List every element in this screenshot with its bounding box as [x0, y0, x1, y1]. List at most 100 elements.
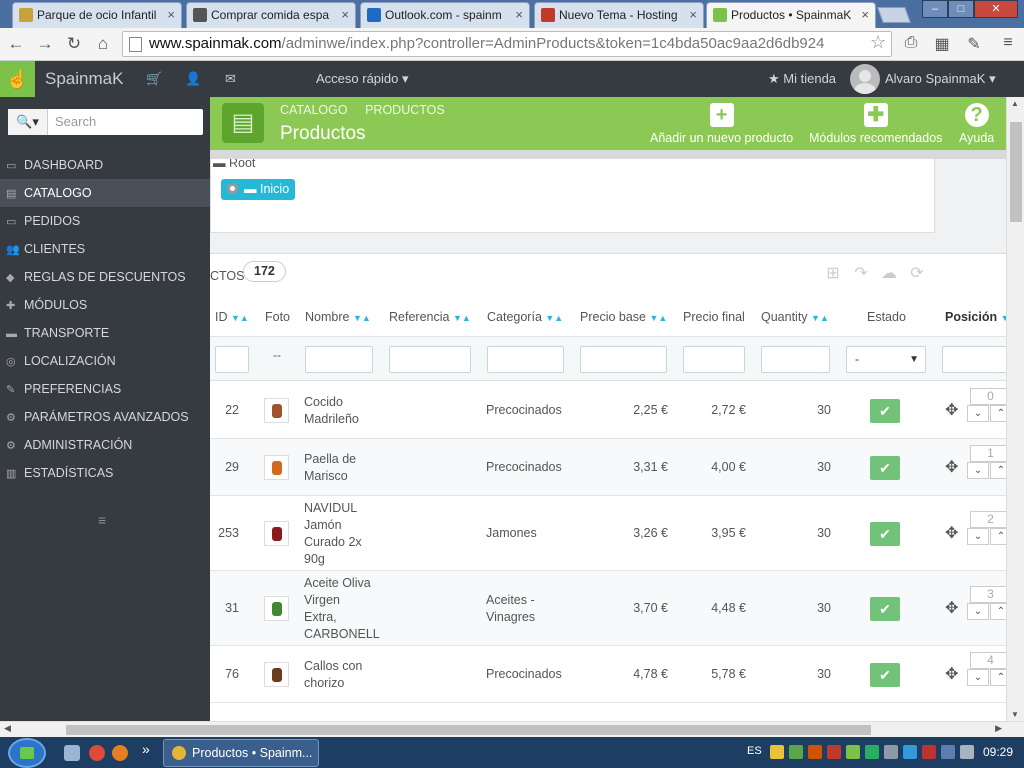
- add-new-icon[interactable]: ⊞: [822, 264, 844, 284]
- horizontal-scrollbar[interactable]: ◀ ▶: [0, 721, 1024, 737]
- print-icon[interactable]: ⎙: [901, 34, 921, 54]
- maximize-button[interactable]: □: [948, 0, 974, 18]
- browser-tab[interactable]: Parque de ocio Infantil ×: [12, 2, 182, 28]
- product-thumbnail[interactable]: [264, 661, 289, 687]
- tree-root[interactable]: ▬ Root: [213, 159, 255, 170]
- move-up-icon[interactable]: ⌃: [990, 602, 1006, 620]
- scroll-up-icon[interactable]: ▲: [1011, 99, 1019, 108]
- tab-close-icon[interactable]: ×: [689, 3, 697, 27]
- table-row[interactable]: 76 Callos con chorizo Precocinados 4,78 € 5,…: [210, 646, 1006, 703]
- sidebar-item-estadisticas[interactable]: ▥ ESTADÍSTICAS: [0, 459, 210, 487]
- new-tab-button[interactable]: [877, 7, 911, 23]
- sort-arrows-icon[interactable]: ▼▲: [650, 313, 668, 323]
- breadcrumb-item[interactable]: PRODUCTOS: [365, 103, 445, 117]
- drag-handle-icon[interactable]: ✥: [945, 457, 958, 477]
- tray-warning-icon[interactable]: [770, 745, 784, 759]
- sort-arrows-icon[interactable]: ▼▲: [811, 313, 829, 323]
- tab-close-icon[interactable]: ×: [341, 3, 349, 27]
- tab-close-icon[interactable]: ×: [167, 3, 175, 27]
- vertical-scrollbar[interactable]: ▲ ▼: [1006, 97, 1024, 721]
- column-header-referencia[interactable]: Referencia ▼▲: [389, 310, 471, 324]
- tray-network-icon[interactable]: [941, 745, 955, 759]
- tray-ati-icon[interactable]: [827, 745, 841, 759]
- column-header-id[interactable]: ID ▼▲: [215, 310, 249, 324]
- user-icon[interactable]: 👤: [185, 61, 201, 97]
- status-enabled-icon[interactable]: ✔: [870, 455, 900, 480]
- status-enabled-icon[interactable]: ✔: [870, 662, 900, 687]
- move-up-icon[interactable]: ⌃: [990, 527, 1006, 545]
- sidebar-item-localizacion[interactable]: ◎ LOCALIZACIÓN: [0, 347, 210, 375]
- mail-icon[interactable]: ✉: [225, 61, 236, 97]
- browser-tab[interactable]: Nuevo Tema - Hosting ×: [534, 2, 704, 28]
- scroll-left-icon[interactable]: ◀: [4, 723, 11, 734]
- move-down-icon[interactable]: ⌄: [967, 404, 989, 422]
- search-icon[interactable]: 🔍▾: [8, 109, 48, 135]
- language-indicator[interactable]: ES: [747, 745, 762, 757]
- back-icon[interactable]: ←: [6, 34, 26, 54]
- sort-arrows-icon[interactable]: ▼▲: [545, 313, 563, 323]
- drag-handle-icon[interactable]: ✥: [945, 664, 958, 684]
- browser-tab[interactable]: Outlook.com - spainm ×: [360, 2, 530, 28]
- product-thumbnail[interactable]: [264, 520, 289, 546]
- search-input[interactable]: Search: [55, 109, 96, 135]
- status-enabled-icon[interactable]: ✔: [870, 596, 900, 621]
- sidebar-item-clientes[interactable]: 👥 CLIENTES: [0, 235, 210, 263]
- column-header-posicion[interactable]: Posición ▼▲: [945, 310, 1006, 324]
- show-desktop-icon[interactable]: [64, 745, 80, 761]
- move-up-icon[interactable]: ⌃: [990, 461, 1006, 479]
- table-row[interactable]: 31 Aceite Oliva Virgen Extra, CARBONELL Ac…: [210, 571, 1006, 646]
- tray-app-icon[interactable]: [846, 745, 860, 759]
- forward-icon[interactable]: →: [35, 34, 55, 54]
- move-up-icon[interactable]: ⌃: [990, 668, 1006, 686]
- filter-nombre-input[interactable]: [305, 346, 373, 373]
- filter-precio-final-input[interactable]: [683, 346, 745, 373]
- tab-close-icon[interactable]: ×: [861, 3, 869, 27]
- my-shop-link[interactable]: ★ Mi tienda: [768, 61, 836, 97]
- user-menu[interactable]: Alvaro SpainmaK ▾: [885, 61, 996, 97]
- move-down-icon[interactable]: ⌄: [967, 527, 989, 545]
- close-window-button[interactable]: ✕: [974, 0, 1018, 18]
- product-thumbnail[interactable]: [264, 595, 289, 621]
- clock[interactable]: 09:29: [983, 745, 1013, 759]
- sidebar-item-dashboard[interactable]: ▭ DASHBOARD: [0, 151, 210, 179]
- brand-name[interactable]: SpainmaK: [45, 61, 123, 97]
- browser-tab[interactable]: Comprar comida espa ×: [186, 2, 356, 28]
- tray-info-icon[interactable]: [865, 745, 879, 759]
- product-thumbnail[interactable]: [264, 454, 289, 480]
- status-enabled-icon[interactable]: ✔: [870, 521, 900, 546]
- filter-id-input[interactable]: [215, 346, 249, 373]
- scroll-down-icon[interactable]: ▼: [1011, 710, 1019, 719]
- tray-app-icon[interactable]: [808, 745, 822, 759]
- taskbar-app-chrome[interactable]: Productos • Spainm...: [163, 739, 319, 767]
- scrollbar-thumb[interactable]: [1010, 122, 1022, 222]
- browser-menu-icon[interactable]: ≡: [998, 34, 1018, 54]
- sidebar-item-pedidos[interactable]: ▭ PEDIDOS: [0, 207, 210, 235]
- firefox-icon[interactable]: [112, 745, 128, 761]
- refresh-icon[interactable]: ⟳: [906, 264, 928, 284]
- sort-arrows-icon[interactable]: ▼▲: [453, 313, 471, 323]
- add-product-button[interactable]: + Añadir un nuevo producto: [650, 103, 793, 145]
- scroll-right-icon[interactable]: ▶: [995, 723, 1002, 734]
- home-icon[interactable]: ⌂: [93, 34, 113, 54]
- scrollbar-thumb[interactable]: [66, 725, 871, 735]
- minimize-button[interactable]: –: [922, 0, 948, 18]
- bookmark-star-icon[interactable]: ☆: [870, 32, 886, 53]
- tray-app-icon[interactable]: [789, 745, 803, 759]
- sidebar-item-transporte[interactable]: ▬ TRANSPORTE: [0, 319, 210, 347]
- cart-icon[interactable]: 🛒: [146, 61, 162, 97]
- breadcrumb-item[interactable]: CATALOGO: [280, 103, 348, 117]
- tab-close-icon[interactable]: ×: [515, 3, 523, 27]
- table-row[interactable]: 22 Cocido Madrileño Precocinados 2,25 € 2,72…: [210, 382, 1006, 439]
- radio-icon[interactable]: [227, 183, 238, 194]
- avatar[interactable]: [850, 64, 880, 94]
- status-enabled-icon[interactable]: ✔: [870, 398, 900, 423]
- start-button[interactable]: [8, 738, 46, 768]
- collapse-menu-icon[interactable]: ≡: [98, 512, 106, 528]
- drag-handle-icon[interactable]: ✥: [945, 523, 958, 543]
- tray-volume-icon[interactable]: [960, 745, 974, 759]
- move-down-icon[interactable]: ⌄: [967, 668, 989, 686]
- column-header-quantity[interactable]: Quantity ▼▲: [761, 310, 829, 324]
- column-header-categoria[interactable]: Categoría ▼▲: [487, 310, 563, 324]
- sidebar-item-catalogo[interactable]: ▤ CATALOGO: [0, 179, 210, 207]
- sidebar-item-modulos[interactable]: ✚ MÓDULOS: [0, 291, 210, 319]
